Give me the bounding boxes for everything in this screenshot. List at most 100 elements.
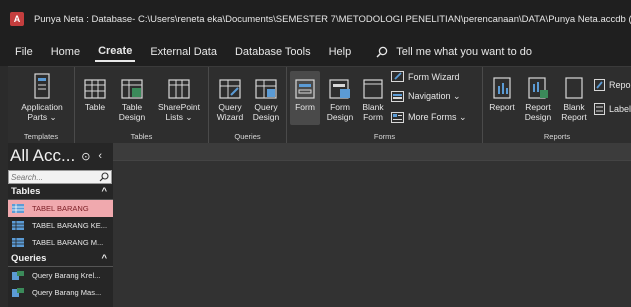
report-wizard-icon [594,79,605,91]
navigation-button[interactable]: Navigation ⌄ [391,91,461,102]
tell-me-search[interactable]: Tell me what you want to do [376,46,532,58]
tab-external-data[interactable]: External Data [147,42,220,62]
table-icon [12,238,24,247]
report-button[interactable]: Report [485,71,519,112]
labels-button[interactable]: Labels [594,103,631,115]
blank-report-icon [565,77,583,99]
table-design-button[interactable]: Table Design [115,71,149,122]
list-item-label: Query Barang Mas... [32,288,102,297]
query-icon [12,271,24,280]
tab-file[interactable]: File [12,42,36,62]
group-reports: Report Report Design Blank Report Report… [483,67,631,144]
group-label-tables: Tables [130,132,153,141]
group-label-forms: Forms [373,132,396,141]
workspace-tab-strip [113,143,631,161]
query-design-label: Query [254,102,278,112]
list-item[interactable]: Query Barang Mas... [8,284,113,301]
ribbon-tabs: File Home Create External Data Database … [0,38,631,66]
ribbon: Application Parts ⌄ Templates Table Tabl… [8,66,631,144]
more-forms-icon [391,112,404,123]
list-item[interactable]: TABEL BARANG M... [8,234,113,251]
form-wizard-label: Form Wizard [408,71,460,82]
nav-section-tables[interactable]: Tables ^ [8,184,113,200]
query-design-button[interactable]: Query Design [249,71,283,122]
more-forms-button[interactable]: More Forms ⌄ [391,112,467,123]
list-item[interactable]: Query Barang Krel... [8,267,113,284]
group-forms: Form Form Design Blank Form Form Wizard … [287,67,483,144]
tab-home[interactable]: Home [48,42,83,62]
collapse-chevron-icon: ^ [101,253,107,264]
application-parts-button[interactable]: Application Parts ⌄ [12,71,72,122]
table-button[interactable]: Table [81,71,109,112]
form-icon [295,79,315,99]
title-bar: A Punya Neta : Database- C:\Users\reneta… [0,0,631,38]
report-design-button[interactable]: Report Design [521,71,555,122]
query-wizard-label-2: Wizard [216,112,244,122]
table-icon [12,204,24,213]
application-parts-label: Application [21,102,63,112]
document-workspace [113,143,631,307]
sharepoint-lists-button[interactable]: SharePoint Lists ⌄ [153,71,205,122]
query-design-icon [255,79,277,99]
list-item-label: Query Barang Krel... [32,271,101,280]
table-design-label: Table [121,102,143,112]
tab-help[interactable]: Help [326,42,355,62]
sharepoint-lists-icon [168,79,190,99]
query-design-label-2: Design [252,112,280,122]
shutter-bar-close-icon[interactable]: ‹ [98,150,102,163]
table-icon [12,221,24,230]
window-title: Punya Neta : Database- C:\Users\reneta e… [33,13,631,25]
list-item-label: TABEL BARANG KE... [32,221,108,230]
group-queries: Query Wizard Query Design Queries [209,67,287,144]
table-label: Table [84,102,106,112]
form-design-label-2: Design [326,112,354,122]
navigation-icon [391,91,404,102]
report-label: Report [489,102,515,112]
blank-form-button[interactable]: Blank Form [359,71,387,122]
collapse-chevron-icon: ^ [101,186,107,197]
search-icon[interactable] [99,172,109,182]
report-design-icon [528,77,548,99]
nav-pane-title[interactable]: All Acc... [10,146,75,166]
nav-pane-menu-icon[interactable]: ⊙ [81,150,90,163]
application-parts-icon [34,73,50,99]
list-item-label: TABEL BARANG M... [32,238,104,247]
table-icon [84,79,106,99]
report-wizard-button[interactable]: Report [594,79,631,91]
group-label-queries: Queries [234,132,261,141]
blank-report-button[interactable]: Blank Report [558,71,590,122]
tab-create[interactable]: Create [95,42,136,62]
group-tables: Table Table Design SharePoint Lists ⌄ Ta… [75,67,209,144]
form-design-icon [329,79,350,99]
access-app-icon[interactable]: A [10,12,24,26]
table-design-icon [121,79,143,99]
query-wizard-label: Query [218,102,242,112]
blank-report-label: Blank [563,102,585,112]
query-wizard-icon [219,79,241,99]
nav-section-queries[interactable]: Queries ^ [8,251,113,267]
form-wizard-button[interactable]: Form Wizard [391,71,460,82]
query-wizard-button[interactable]: Query Wizard [213,71,247,122]
form-design-label: Form [330,102,350,112]
tab-database-tools[interactable]: Database Tools [232,42,314,62]
navigation-label: Navigation ⌄ [408,91,461,101]
nav-section-label: Tables [11,186,41,197]
report-wizard-label: Report [609,80,631,90]
navigation-pane: All Acc... ⊙ ‹ Tables ^ TABEL BARANG TAB… [8,143,113,307]
list-item[interactable]: TABEL BARANG KE... [8,217,113,234]
tell-me-text: Tell me what you want to do [396,46,532,58]
list-item[interactable]: TABEL BARANG [8,200,113,217]
labels-icon [594,103,605,115]
report-icon [493,77,511,99]
nav-pane-header: All Acc... ⊙ ‹ [8,143,113,169]
blank-form-icon [363,79,383,99]
group-label-reports: Reports [543,132,571,141]
sharepoint-lists-label-2: Lists ⌄ [165,112,193,122]
form-label: Form [295,102,315,112]
search-icon [376,46,388,58]
nav-search-input[interactable] [11,172,91,182]
table-design-label-2: Design [118,112,146,122]
form-design-button[interactable]: Form Design [324,71,356,122]
form-button[interactable]: Form [290,71,320,125]
blank-report-label-2: Report [561,112,587,122]
